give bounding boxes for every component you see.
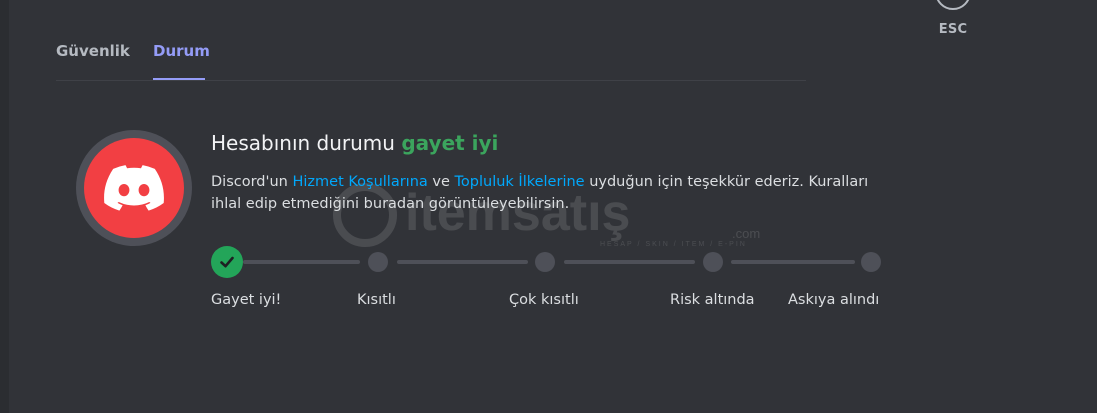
track-segment-4 [731,260,855,264]
esc-label: ESC [938,22,968,37]
status-description: Discord'un Hizmet Koşullarına ve Toplulu… [211,171,891,215]
step-dot-suspended [861,252,881,272]
status-word: gayet iyi [401,131,499,155]
step-dot-very-limited [535,252,555,272]
track-segment-2 [397,260,528,264]
tab-status[interactable]: Durum [153,42,210,60]
tab-bar: Güvenlik Durum [56,0,806,81]
community-guidelines-link[interactable]: Topluluk İlkelerine [455,174,585,190]
checkmark-icon [220,256,234,268]
step-dot-limited [368,252,388,272]
desc-part2: ve [432,174,450,190]
track-segment-3 [564,260,695,264]
step-label-at-risk: Risk altında [670,292,755,308]
step-label-limited: Kısıtlı [357,292,396,308]
avatar [84,138,184,238]
esc-button[interactable]: ESC [935,0,971,37]
svg-text:.com: .com [732,226,760,241]
left-panel-edge [0,0,9,413]
heading-prefix: Hesabının durumu [211,131,395,155]
step-label-good: Gayet iyi! [211,292,282,308]
track-segment-1 [243,260,360,264]
terms-of-service-link[interactable]: Hizmet Koşullarına [292,174,427,190]
step-label-suspended: Askıya alındı [788,292,880,308]
svg-text:HESAP / SKIN / ITEM / E-PIN: HESAP / SKIN / ITEM / E-PIN [600,241,747,248]
discord-logo-icon [104,165,164,211]
step-dot-good [211,246,243,278]
desc-part1: Discord'un [211,174,288,190]
step-dot-at-risk [703,252,723,272]
active-tab-indicator [153,78,205,80]
close-icon[interactable] [935,0,971,10]
step-label-very-limited: Çok kısıtlı [509,292,579,308]
tab-security[interactable]: Güvenlik [56,42,130,60]
account-status-heading: Hesabının durumu gayet iyi [211,131,498,155]
